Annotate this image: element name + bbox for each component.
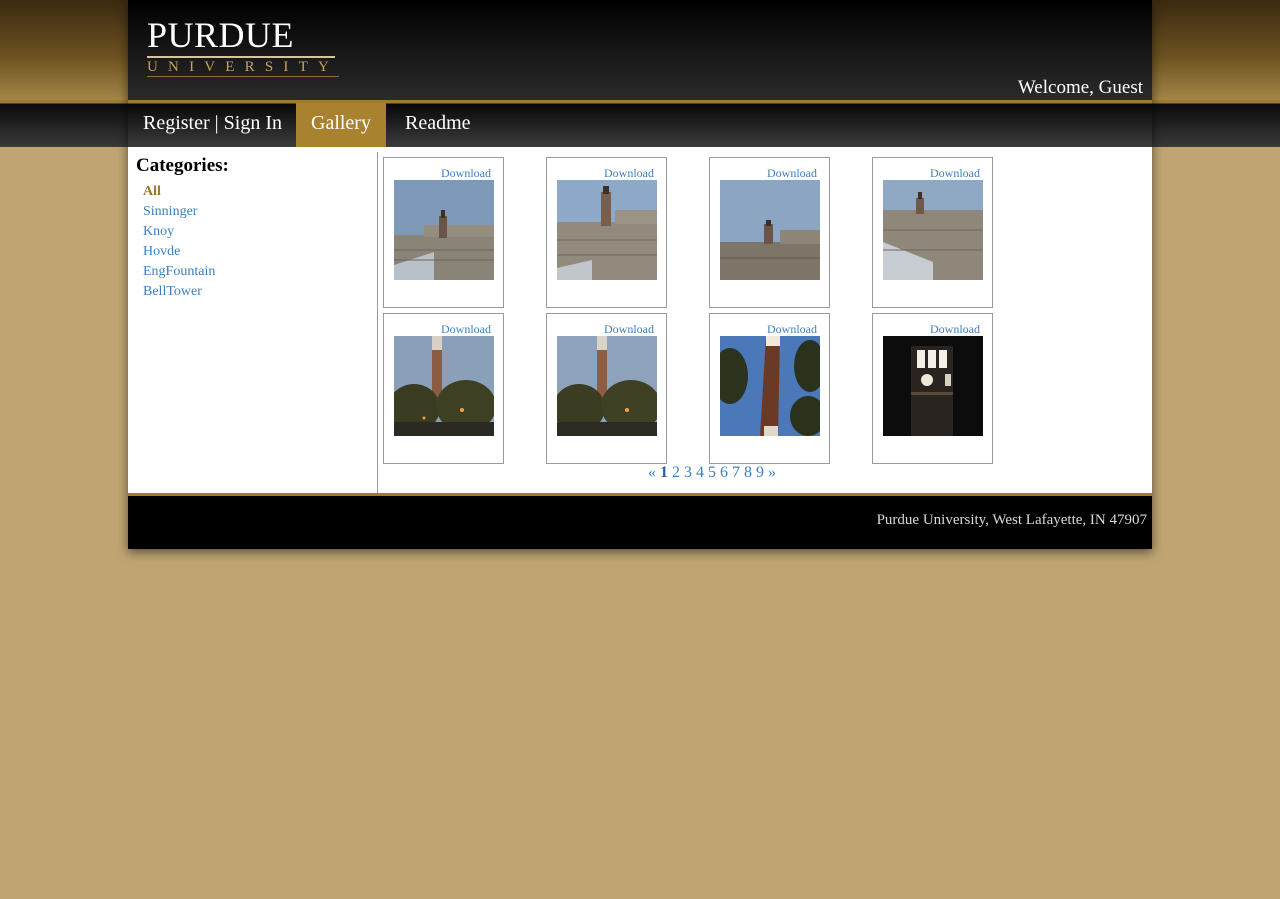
gallery-item: Download xyxy=(383,313,504,464)
photo-thumbnail[interactable] xyxy=(557,180,657,280)
pagination-page-8[interactable]: 8 xyxy=(744,464,752,481)
pagination-prev[interactable]: « xyxy=(648,464,656,481)
main-nav: Register | Sign In Gallery Readme xyxy=(128,100,1152,147)
gallery-item: Download xyxy=(383,157,504,308)
gallery-item: Download xyxy=(709,313,830,464)
category-hovde[interactable]: Hovde xyxy=(143,242,215,262)
pagination: « 1 2 3 4 5 6 7 8 9 » xyxy=(648,464,776,482)
logo-subtitle: UNIVERSITY xyxy=(147,59,339,75)
footer-address: Purdue University, West Lafayette, IN 47… xyxy=(876,512,1147,528)
download-link[interactable]: Download xyxy=(930,322,980,337)
photo-thumbnail[interactable] xyxy=(883,180,983,280)
nav-readme[interactable]: Readme xyxy=(390,103,486,147)
category-sinninger[interactable]: Sinninger xyxy=(143,202,215,222)
content-area: Categories: All Sinninger Knoy Hovde Eng… xyxy=(128,147,1152,493)
logo-underline xyxy=(147,76,339,77)
photo-thumbnail[interactable] xyxy=(883,336,983,436)
categories-title: Categories: xyxy=(136,155,229,176)
category-all[interactable]: All xyxy=(143,182,215,202)
pagination-page-4[interactable]: 4 xyxy=(696,464,704,481)
download-link[interactable]: Download xyxy=(604,166,654,181)
gallery-item: Download xyxy=(872,313,993,464)
gallery-item: Download xyxy=(709,157,830,308)
download-link[interactable]: Download xyxy=(441,166,491,181)
page-container: PURDUE UNIVERSITY Welcome, Guest Registe… xyxy=(128,0,1152,549)
pagination-page-3[interactable]: 3 xyxy=(684,464,692,481)
logo-rule xyxy=(147,56,335,58)
photo-thumbnail[interactable] xyxy=(394,180,494,280)
photo-thumbnail[interactable] xyxy=(720,336,820,436)
purdue-logo[interactable]: PURDUE UNIVERSITY xyxy=(147,12,342,78)
categories-sidebar: Categories: All Sinninger Knoy Hovde Eng… xyxy=(128,152,378,493)
gallery-item: Download xyxy=(872,157,993,308)
welcome-text: Welcome, Guest xyxy=(1017,77,1143,98)
logo-wordmark: PURDUE xyxy=(147,15,295,55)
pagination-page-2[interactable]: 2 xyxy=(672,464,680,481)
pagination-page-1[interactable]: 1 xyxy=(660,464,668,481)
download-link[interactable]: Download xyxy=(930,166,980,181)
pagination-page-9[interactable]: 9 xyxy=(756,464,764,481)
photo-thumbnail[interactable] xyxy=(394,336,494,436)
category-knoy[interactable]: Knoy xyxy=(143,222,215,242)
download-link[interactable]: Download xyxy=(441,322,491,337)
nav-gallery[interactable]: Gallery xyxy=(296,103,386,147)
pagination-page-5[interactable]: 5 xyxy=(708,464,716,481)
photo-thumbnail[interactable] xyxy=(720,180,820,280)
download-link[interactable]: Download xyxy=(767,322,817,337)
category-belltower[interactable]: BellTower xyxy=(143,282,215,302)
photo-thumbnail[interactable] xyxy=(557,336,657,436)
pagination-next[interactable]: » xyxy=(768,464,776,481)
pagination-page-6[interactable]: 6 xyxy=(720,464,728,481)
download-link[interactable]: Download xyxy=(767,166,817,181)
gallery-item: Download xyxy=(546,313,667,464)
download-link[interactable]: Download xyxy=(604,322,654,337)
pagination-page-7[interactable]: 7 xyxy=(732,464,740,481)
nav-register-signin[interactable]: Register | Sign In xyxy=(128,103,297,147)
header: PURDUE UNIVERSITY Welcome, Guest xyxy=(128,0,1152,100)
footer: Purdue University, West Lafayette, IN 47… xyxy=(128,493,1152,549)
category-list: All Sinninger Knoy Hovde EngFountain Bel… xyxy=(143,182,215,302)
gallery-item: Download xyxy=(546,157,667,308)
category-engfountain[interactable]: EngFountain xyxy=(143,262,215,282)
